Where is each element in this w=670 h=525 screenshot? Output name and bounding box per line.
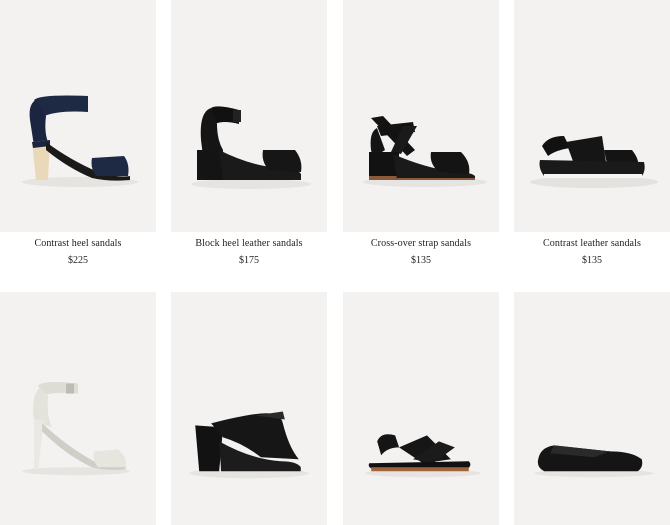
- product-image[interactable]: [343, 0, 499, 232]
- navy-ankle-strap-block-heel-sandal-icon: [22, 95, 138, 187]
- black-cross-strap-sandal-icon: [363, 116, 487, 187]
- product-price: $225: [68, 255, 88, 266]
- product-card[interactable]: [171, 292, 327, 525]
- product-name[interactable]: Contrast leather sandals: [514, 238, 670, 249]
- black-flatform-sandal-icon: [530, 136, 658, 188]
- product-price: $135: [582, 255, 602, 266]
- black-block-heel-mule-icon: [189, 411, 309, 479]
- product-card[interactable]: [0, 292, 156, 525]
- product-card[interactable]: [514, 292, 670, 525]
- product-image[interactable]: [514, 0, 670, 232]
- product-price: $135: [411, 255, 431, 266]
- product-image[interactable]: [0, 292, 156, 525]
- black-slipper-flat-icon: [534, 445, 654, 478]
- white-stiletto-sandal-icon: [22, 382, 130, 476]
- product-image[interactable]: [0, 0, 156, 232]
- product-grid: Contrast heel sandals $225 Block heel le…: [0, 0, 670, 525]
- product-name[interactable]: Cross-over strap sandals: [343, 238, 499, 249]
- product-card[interactable]: Contrast leather sandals $135: [514, 0, 670, 266]
- product-image[interactable]: [171, 0, 327, 232]
- product-image[interactable]: [514, 292, 670, 525]
- black-flat-slingback-sandal-icon: [365, 434, 481, 478]
- product-image[interactable]: [343, 292, 499, 525]
- product-price: $175: [239, 255, 259, 266]
- product-card[interactable]: Block heel leather sandals $175: [171, 0, 327, 266]
- product-name[interactable]: Block heel leather sandals: [171, 238, 327, 249]
- product-card[interactable]: Cross-over strap sandals $135: [343, 0, 499, 266]
- product-card[interactable]: Contrast heel sandals $225: [0, 0, 156, 266]
- black-block-heel-sandal-icon: [191, 106, 311, 189]
- product-image[interactable]: [171, 292, 327, 525]
- product-name[interactable]: Contrast heel sandals: [0, 238, 156, 249]
- product-card[interactable]: [343, 292, 499, 525]
